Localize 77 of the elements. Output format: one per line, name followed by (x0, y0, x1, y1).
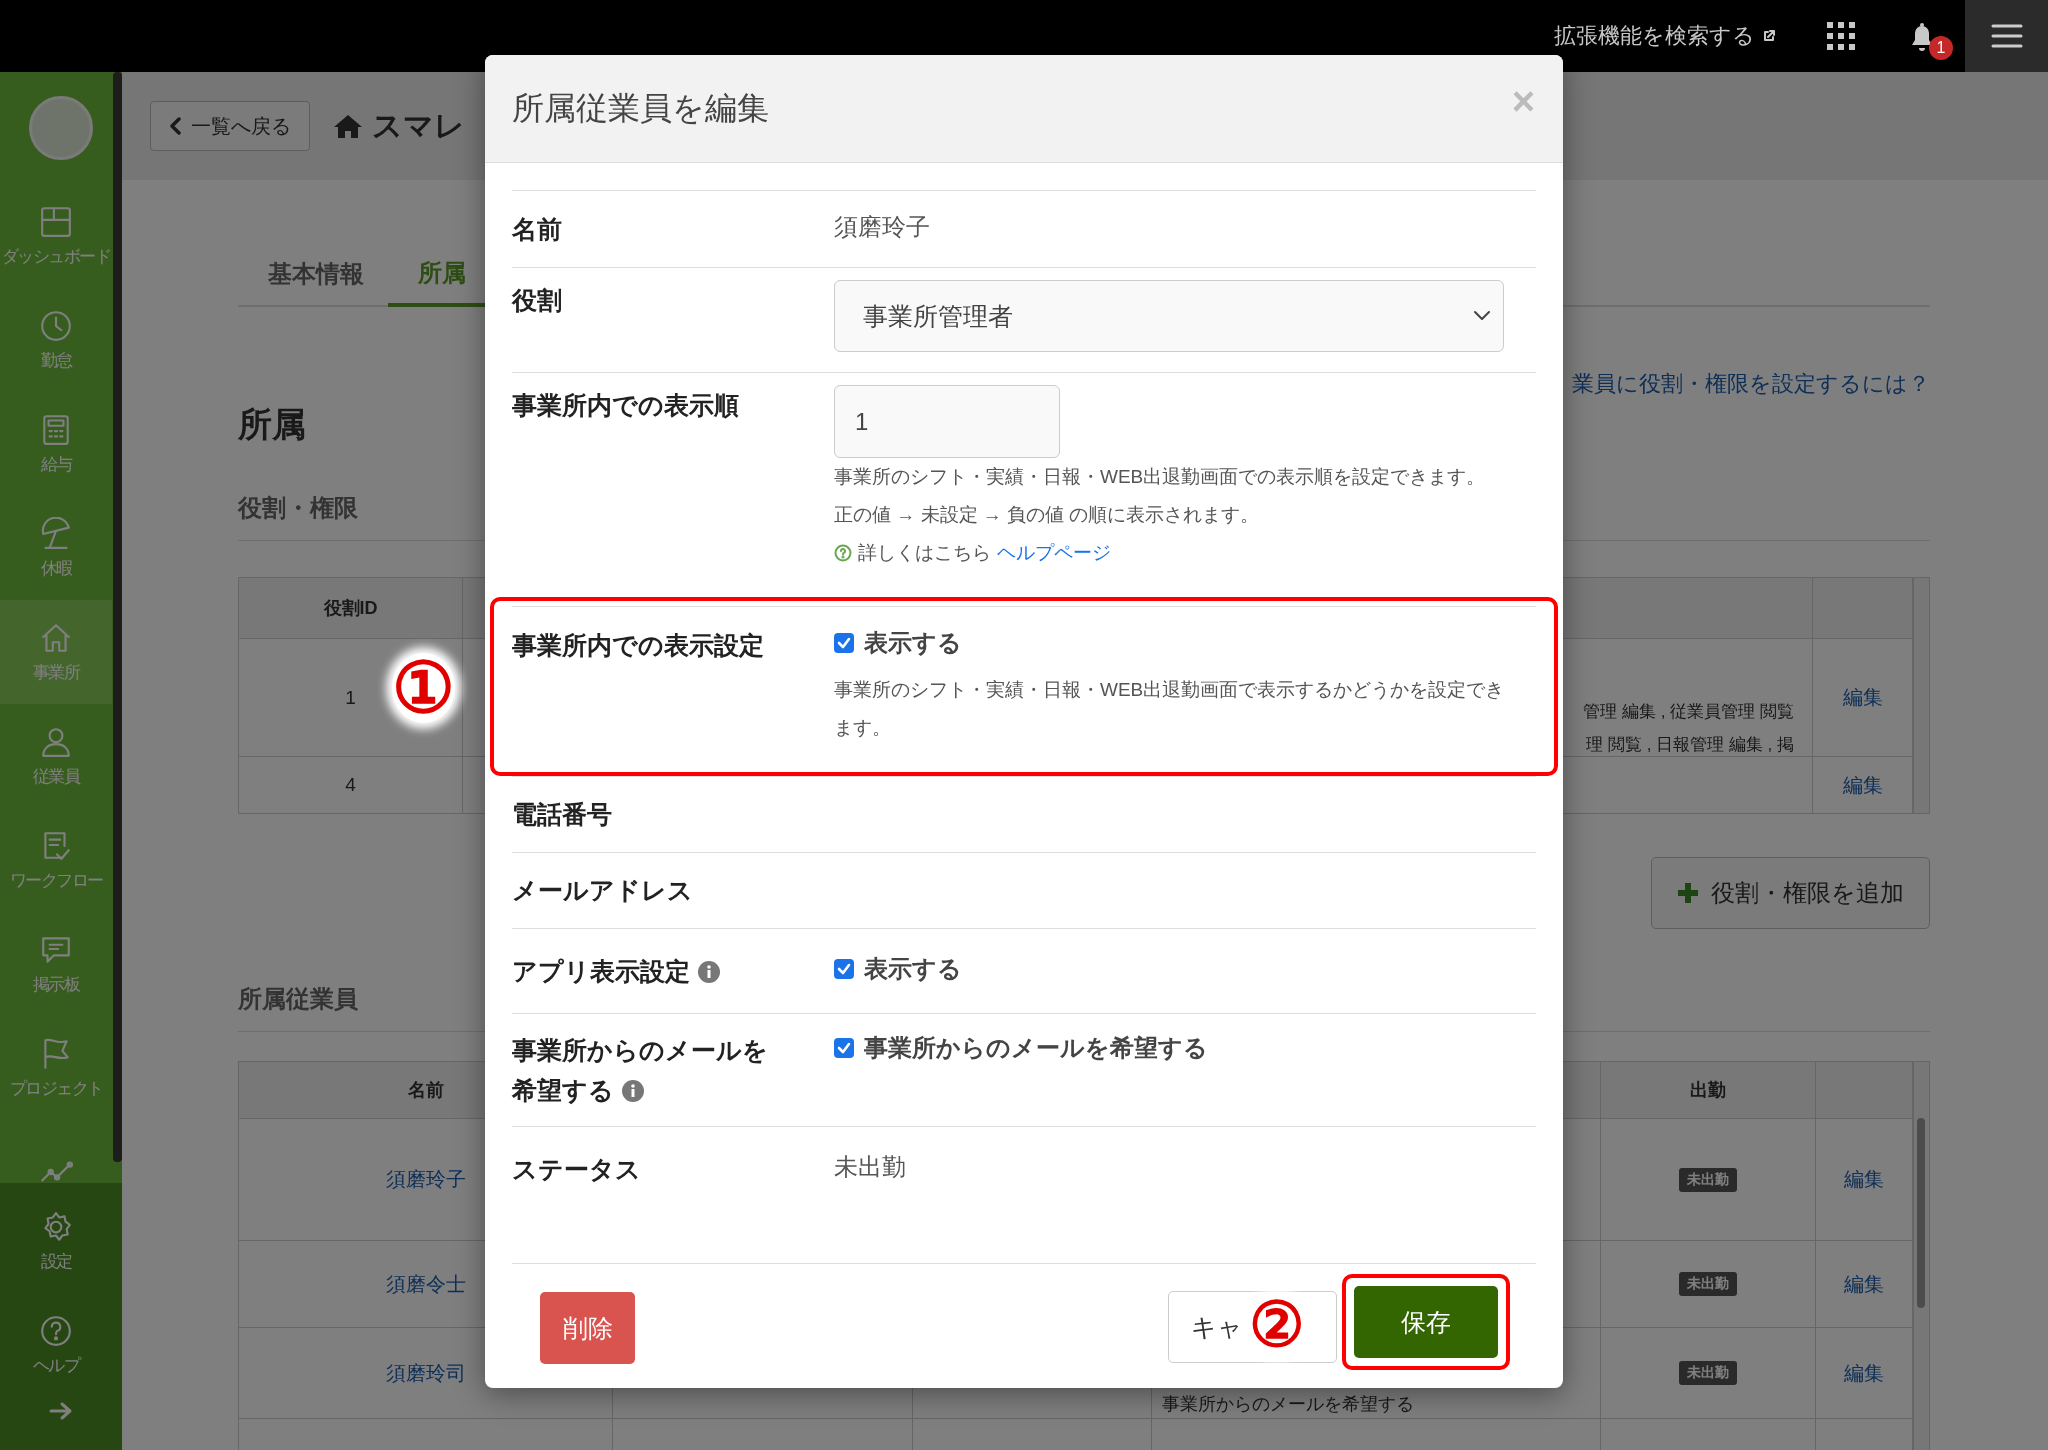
field-label: メールアドレス (512, 875, 694, 906)
status-badge: 未出勤 (1679, 1361, 1737, 1385)
help-text: 正の値 → 未設定 → 負の値 の順に表示されます。 (834, 503, 1261, 527)
plus-icon (1677, 882, 1699, 904)
edit-link[interactable]: 編集 (1842, 684, 1883, 711)
field-label: 事業所内での表示順 (512, 390, 740, 421)
sidebar-item[interactable]: ダッシュボード (0, 184, 112, 288)
modal-title: 所属従業員を編集 (512, 88, 769, 128)
page-title: スマレ (372, 107, 465, 144)
question-icon (834, 544, 852, 562)
order-input[interactable]: 1 (834, 385, 1060, 458)
field-label: 役割 (512, 285, 563, 316)
employee-link[interactable]: 須磨玲司 (385, 1359, 466, 1387)
checkbox[interactable] (834, 633, 854, 653)
back-button[interactable]: 一覧へ戻る (150, 101, 310, 151)
help-icon (39, 1313, 73, 1348)
field-value: 未出勤 (834, 1153, 906, 1180)
chevron-down-icon (1473, 310, 1491, 322)
sidebar-item[interactable]: 給与 (0, 392, 112, 496)
arrow-right-icon[interactable] (49, 1401, 73, 1421)
field-label: 事業所内での表示設定 (512, 630, 765, 661)
edit-link[interactable]: 編集 (1844, 1270, 1884, 1298)
sidebar-item[interactable]: 従業員 (0, 704, 112, 808)
help-link[interactable]: 業員に役割・権限を設定するには？ (1572, 369, 1930, 399)
apps-icon (1827, 22, 1855, 50)
permission-text: 理 閲覧 , 日報管理 編集 , 掲 (1586, 734, 1794, 756)
menu-button[interactable] (1965, 0, 2048, 72)
status-badge: 未出勤 (1679, 1167, 1737, 1192)
grid-icon (39, 204, 73, 239)
check-icon (837, 637, 851, 649)
home-icon (334, 114, 362, 138)
checkbox-label: 事業所からのメールを希望する (864, 1033, 1208, 1063)
sidebar-item[interactable]: プロジェクト (0, 1016, 112, 1120)
sidebar-item[interactable]: 掲示板 (0, 912, 112, 1016)
notification-badge: 1 (1929, 36, 1953, 60)
employee-link[interactable]: 須磨玲子 (385, 1166, 466, 1193)
field-label: 電話番号 (512, 799, 613, 830)
employee-link[interactable]: 須磨令士 (385, 1270, 466, 1298)
field-label: 名前 (512, 214, 563, 245)
help-text: 事業所のシフト・実績・日報・WEB出退勤画面で表示するかどうかを設定できます。 (834, 678, 1506, 740)
sidebar-item[interactable]: 休暇 (0, 496, 112, 600)
search-extensions-link[interactable]: 拡張機能を検索する (1554, 21, 1755, 51)
save-button[interactable]: 保存 (1354, 1286, 1498, 1358)
sidebar-item[interactable]: ヘルプ (0, 1293, 112, 1397)
table-cell: 4 (239, 756, 463, 813)
help-text: 詳しくはこちら (858, 541, 991, 565)
umbrella-icon (39, 516, 73, 551)
annotation-number: ② (1249, 1294, 1305, 1356)
sidebar-item[interactable]: 設定 (0, 1189, 112, 1293)
section-heading: 所属 (238, 404, 306, 445)
close-button[interactable]: × (1511, 79, 1535, 124)
checkbox[interactable] (834, 1038, 854, 1058)
edit-link[interactable]: 編集 (1842, 771, 1883, 799)
help-text: 事業所のシフト・実績・日報・WEB出退勤画面での表示順を設定できます。 (834, 465, 1487, 489)
check-icon (837, 963, 851, 975)
edit-link[interactable]: 編集 (1844, 1359, 1884, 1387)
sidebar-item[interactable]: 勤怠 (0, 288, 112, 392)
tab[interactable]: 基本情報 (238, 242, 388, 305)
role-select[interactable]: 事業所管理者 (834, 280, 1504, 352)
delete-button[interactable]: 削除 (540, 1292, 635, 1364)
table-header-cell: 出勤 (1601, 1062, 1816, 1118)
checkbox-label: 表示する (864, 628, 962, 658)
chevron-left-icon (169, 117, 181, 135)
field-value: 須磨玲子 (834, 213, 930, 240)
menu-icon (1990, 23, 2023, 49)
sidebar-item[interactable]: ワークフロー (0, 808, 112, 912)
external-link-icon (1763, 30, 1775, 42)
field-label: ステータス (512, 1154, 642, 1185)
checkbox[interactable] (834, 959, 854, 979)
edit-link[interactable]: 編集 (1844, 1166, 1884, 1193)
permission-text: 管理 編集 , 従業員管理 閲覧 (1583, 701, 1794, 723)
add-role-button[interactable]: 役割・権限を追加 (1651, 857, 1930, 929)
status-badge: 未出勤 (1679, 1272, 1737, 1296)
check-icon (837, 1042, 851, 1054)
checkbox-label: 表示する (864, 954, 962, 984)
clock-icon (39, 308, 73, 343)
table-header-cell: 役割ID (239, 578, 463, 638)
